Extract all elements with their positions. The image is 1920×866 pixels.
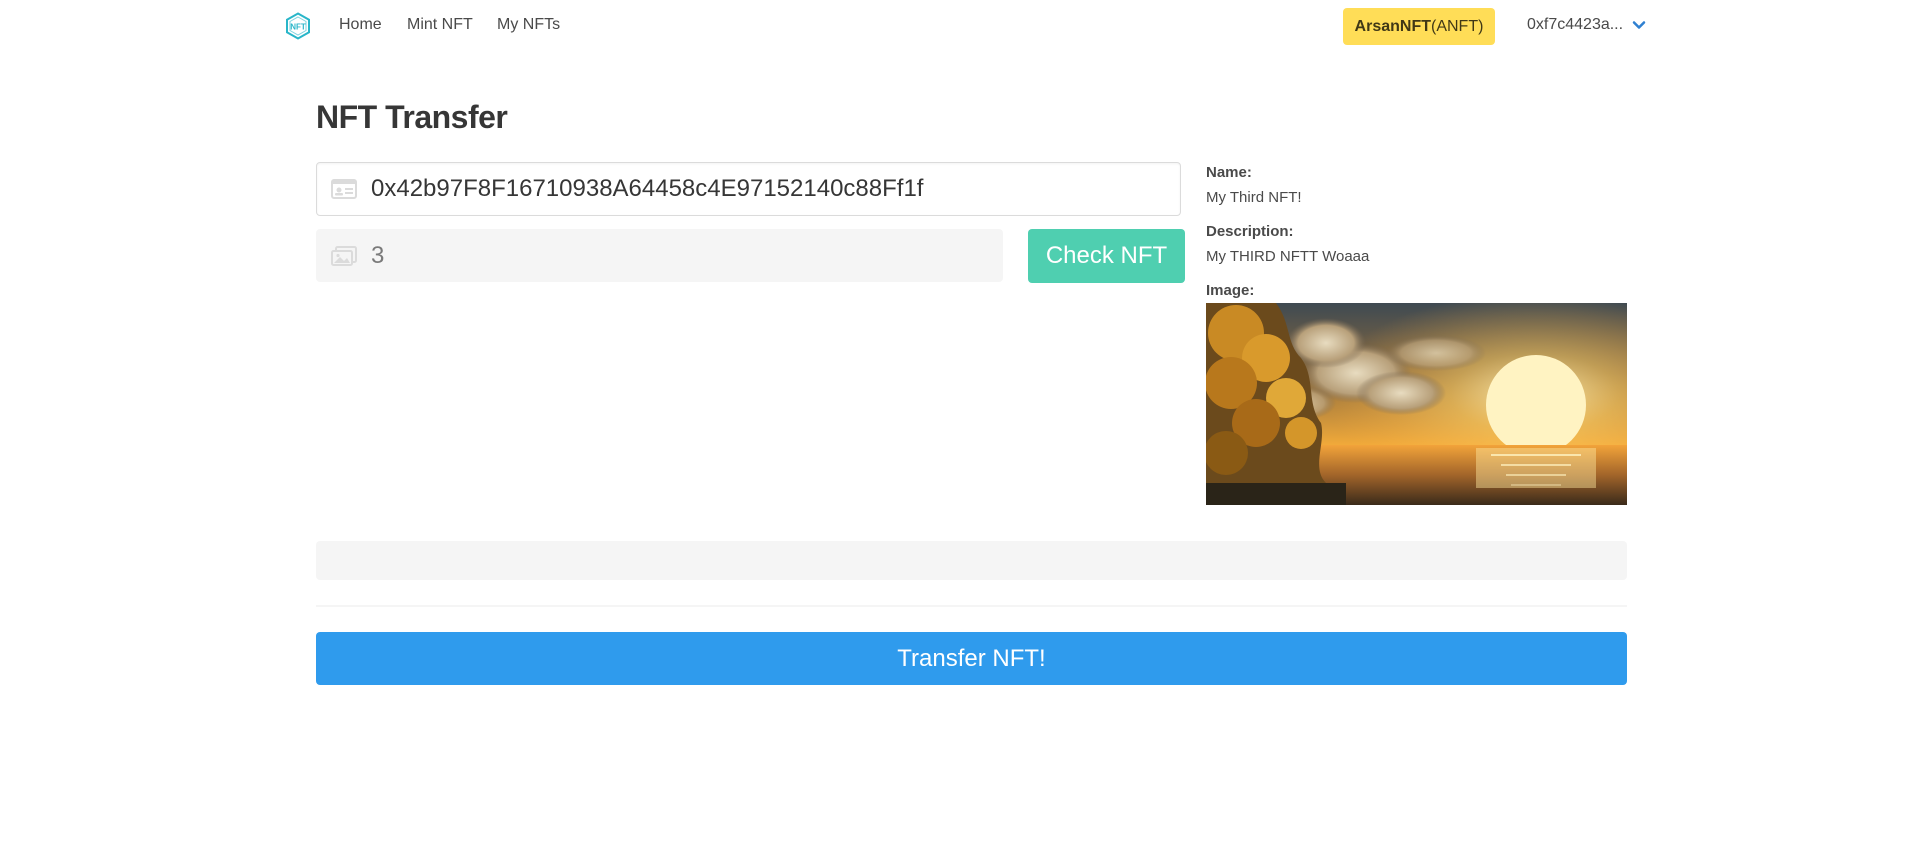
token-badge: ArsanNFT (ANFT)	[1343, 8, 1495, 45]
account-address: 0xf7c4423a...	[1527, 16, 1624, 33]
svg-text:NFT: NFT	[290, 23, 306, 32]
nft-name-label: Name:	[1206, 164, 1252, 181]
check-nft-button[interactable]: Check NFT	[1028, 229, 1185, 283]
page-title: NFT Transfer	[316, 99, 508, 135]
recipient-address-input[interactable]	[371, 163, 1172, 215]
recipient-address-field	[316, 162, 1181, 216]
id-card-icon	[331, 179, 357, 199]
token-symbol: (ANFT)	[1431, 17, 1484, 35]
nav-mint-nft-link[interactable]: Mint NFT	[407, 16, 473, 34]
divider	[316, 605, 1627, 607]
chevron-down-icon	[1632, 21, 1646, 29]
status-message-box	[316, 541, 1627, 580]
navbar: NFT Home Mint NFT My NFTs ArsanNFT (ANFT)…	[0, 0, 1920, 52]
transfer-nft-button[interactable]: Transfer NFT!	[316, 632, 1627, 685]
nav-my-nfts-link[interactable]: My NFTs	[497, 16, 560, 34]
token-id-field	[316, 229, 1003, 282]
nft-description-value: My THIRD NFTT Woaaa	[1206, 248, 1370, 265]
account-dropdown[interactable]: 0xf7c4423a...	[1527, 16, 1647, 34]
nft-logo-icon[interactable]: NFT	[284, 12, 312, 40]
nav-home-link[interactable]: Home	[339, 16, 382, 34]
nft-name-value: My Third NFT!	[1206, 189, 1302, 206]
token-name: ArsanNFT	[1354, 17, 1431, 35]
token-id-input[interactable]	[371, 230, 994, 281]
images-icon	[331, 245, 357, 266]
nft-image	[1206, 303, 1627, 505]
nft-image-label: Image:	[1206, 282, 1255, 299]
nft-description-label: Description:	[1206, 223, 1294, 240]
